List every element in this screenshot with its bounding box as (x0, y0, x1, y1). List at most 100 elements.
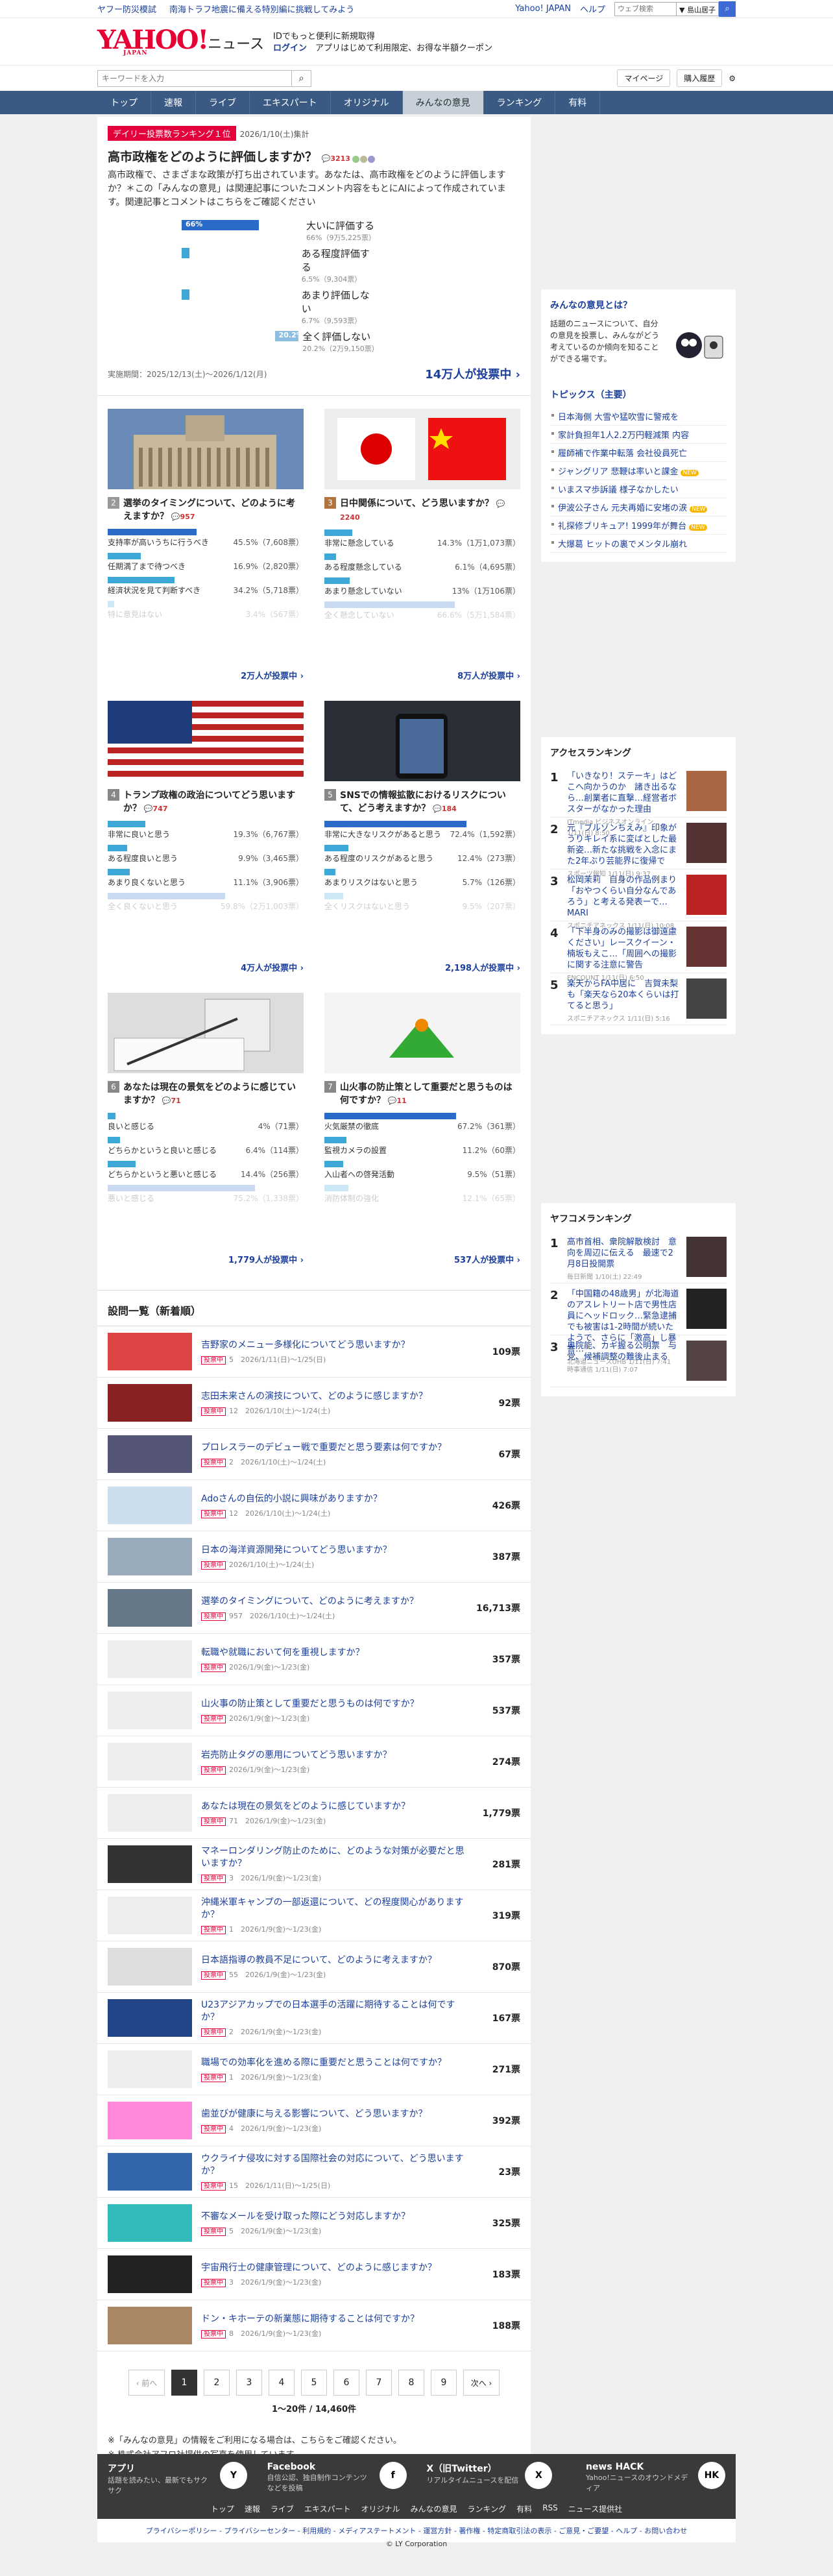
card-votes-link[interactable]: 1,779人が投票中 › (228, 1253, 304, 1265)
list-item[interactable]: あなたは現在の景気をどのように感じていますか？ 投票中 71 2026/1/9(金)… (97, 1788, 531, 1839)
card-votes-link[interactable]: 8万人が投票中 › (457, 669, 520, 681)
yahoo-news-logo[interactable]: YAHOO!ニュース JAPAN (97, 27, 264, 65)
card-votes-link[interactable]: 2万人が投票中 › (241, 669, 304, 681)
app-coupon-link[interactable]: アプリはじめて利用限定、お得な半額クーポン (315, 43, 492, 53)
poll-card-title[interactable]: 選挙のタイミングについて、どのように考えますか？ 💬957 (123, 497, 304, 524)
topic-item[interactable]: いまスマ歩訴議 様子なかしたい (550, 480, 727, 498)
page-2[interactable]: 2 (204, 2370, 230, 2396)
list-item[interactable]: 志田未来さんの演技について、どのように感じますか？ 投票中 12 2026/1/10… (97, 1378, 531, 1429)
poll-image[interactable] (324, 409, 520, 489)
list-title[interactable]: 山火事の防止策として重要だと思うものは何ですか？ (201, 1698, 468, 1710)
ranking-title[interactable]: 「下半身のみの撮影は御遠慮ください」レースクイーン・楠坂もえこ…「周囲への撮影に… (567, 927, 681, 982)
list-item[interactable]: 日本語指導の教員不足について、どのように考えますか？ 投票中 55 2026/1/9… (97, 1941, 531, 1993)
list-item[interactable]: 岩売防止タグの悪用についてどう思いますか？ 投票中 2026/1/9(金)〜1/23… (97, 1736, 531, 1788)
list-item[interactable]: 職場での効率化を進める際に重要だと思うことは何ですか？ 投票中 1 2026/1/9… (97, 2044, 531, 2095)
topic-item[interactable]: 家計負担年1人2.2万円軽減策 内容 (550, 426, 727, 444)
list-title[interactable]: Adoさんの自伝的小説に興味がありますか？ (201, 1493, 468, 1505)
id-signup-link[interactable]: IDでもっと便利に新規取得 (273, 31, 492, 43)
card-votes-link[interactable]: 4万人が投票中 › (241, 961, 304, 973)
footer-link[interactable]: ランキング (468, 2503, 507, 2514)
usage-note[interactable]: ※「みんなの意見」の情報をご利用になる場合は、こちらをご確認ください。 (108, 2434, 520, 2448)
page-3[interactable]: 3 (236, 2370, 262, 2396)
topic-item[interactable]: 日本海側 大雪や猛吹雪に警戒を (550, 407, 727, 426)
footer-link[interactable]: みんなの意見 (411, 2503, 457, 2514)
ranking-item[interactable]: 3 奥院能、カギ握る公明票 与党、候補調整の難後止まる 時事通信 1/11(日) 7… (550, 1335, 727, 1387)
history-button[interactable]: 購入履歴 (677, 69, 723, 87)
ranking-item[interactable]: 3 松岡茉莉 自身の作品例まり 「おやつくらい自分なんであろう」と考える発表ーで…… (550, 869, 727, 930)
nav-ranking[interactable]: ランキング (484, 91, 556, 114)
list-title[interactable]: マネーロンダリング防止のために、どのような対策が必要だと思いますか？ (201, 1845, 468, 1870)
ranking-item[interactable]: 2 「中国籍の48歳男」が北海道のアスレトリート店で男性店員にヘッドロック…緊急逮… (550, 1283, 727, 1366)
ranking-title[interactable]: 「中国籍の48歳男」が北海道のアスレトリート店で男性店員にヘッドロック…緊急逮捕… (567, 1289, 681, 1366)
news-search-input[interactable] (97, 69, 292, 87)
ranking-title[interactable]: 高市首相、衆院解散検討 意向を周辺に伝える 最速で2月8日投開票 毎日新聞 1/1… (567, 1237, 681, 1281)
poll-card-title[interactable]: トランプ政権の政治についてどう思いますか？ 💬747 (123, 789, 304, 816)
list-item[interactable]: 選挙のタイミングについて、どのように考えますか？ 投票中 957 2026/1/10… (97, 1583, 531, 1634)
nav-top[interactable]: トップ (97, 91, 151, 114)
ranking-title[interactable]: 元『ブルゾンちえみ』印象がうりキレイ系に変ばとした最新姿…新たな挑戦を入念にまた… (567, 823, 681, 878)
page-8[interactable]: 8 (398, 2370, 424, 2396)
footer-app[interactable]: Facebook 自信公認、独自制作コンテンツなどを投稿 f (267, 2462, 407, 2496)
poll-image[interactable] (324, 993, 520, 1073)
nankai-link[interactable]: 南海トラフ地震に備える特別編に挑戦してみよう (169, 3, 354, 15)
ranking-item[interactable]: 4 「下半身のみの撮影は御遠慮ください」レースクイーン・楠坂もえこ…「周囲への撮影… (550, 921, 727, 982)
list-title[interactable]: 職場での効率化を進める際に重要だと思うことは何ですか？ (201, 2057, 468, 2069)
poll-card-title[interactable]: あなたは現在の景気をどのように感じていますか？ 💬71 (123, 1081, 304, 1108)
list-title[interactable]: ウクライナ侵攻に対する国際社会の対応について、どう思いますか？ (201, 2153, 468, 2178)
footer-app[interactable]: アプリ 話題を読みたい、最新でもサクサク Y (108, 2462, 247, 2496)
footer-link[interactable]: 速報 (245, 2503, 260, 2514)
next-button[interactable]: 次へ › (463, 2370, 500, 2396)
list-item[interactable]: 日本の海洋資源開発についてどう思いますか？ 投票中 2026/1/10(土)〜1/2… (97, 1531, 531, 1583)
list-title[interactable]: 選挙のタイミングについて、どのように考えますか？ (201, 1596, 468, 1608)
login-link[interactable]: ログイン (273, 43, 307, 53)
list-title[interactable]: U23アジアカップでの日本選手の活躍に期待することは何ですか？ (201, 1999, 468, 2024)
page-6[interactable]: 6 (333, 2370, 359, 2396)
topic-item[interactable]: 伊波公子さん 元夫再婚に安堵の涙 NEW (550, 498, 727, 516)
footer-link[interactable]: トップ (211, 2503, 234, 2514)
disaster-drill-link[interactable]: ヤフー防災模試 (97, 3, 156, 15)
featured-title[interactable]: 高市政権をどのように評価しますか？ (108, 150, 317, 164)
prev-button[interactable]: ‹ 前へ (128, 2370, 165, 2396)
list-title[interactable]: 吉野家のメニュー多様化についてどう思いますか？ (201, 1339, 468, 1352)
footer-link[interactable]: RSS (542, 2503, 558, 2514)
list-title[interactable]: ドン・キホーテの新業態に期待することは何ですか？ (201, 2313, 468, 2326)
list-title[interactable]: 沖縄米軍キャンプの一部返還について、どの程度関心がありますか？ (201, 1897, 468, 1921)
poll-card-title[interactable]: 日中関係について、どう思いますか？ 💬2240 (340, 497, 520, 524)
page-4[interactable]: 4 (269, 2370, 295, 2396)
nav-breaking[interactable]: 速報 (151, 91, 196, 114)
list-item[interactable]: 吉野家のメニュー多様化についてどう思いますか？ 投票中 5 2026/1/11(日)… (97, 1326, 531, 1378)
list-title[interactable]: プロレスラーのデビュー戦で重要だと思う要素は何ですか？ (201, 1442, 468, 1454)
poll-image[interactable] (108, 701, 304, 781)
list-title[interactable]: 日本の海洋資源開発についてどう思いますか？ (201, 1544, 468, 1557)
page-1[interactable]: 1 (171, 2370, 197, 2396)
ranking-title[interactable]: 楽天からFA中居に 吉賀未梨も「楽天なら20本くらいは打てると思う」 スポニチアネ… (567, 978, 681, 1023)
list-title[interactable]: 歯並びが健康に与える影響について、どう思いますか？ (201, 2108, 468, 2120)
featured-votes-link[interactable]: 14万人が投票中 › (425, 365, 520, 382)
list-title[interactable]: 岩売防止タグの悪用についてどう思いますか？ (201, 1749, 468, 1762)
list-item[interactable]: マネーロンダリング防止のために、どのような対策が必要だと思いますか？ 投票中 3 2… (97, 1839, 531, 1890)
footer-app[interactable]: news HACK Yahoo!ニュースのオウンドメディア HK (586, 2462, 725, 2496)
topic-item[interactable]: 大爆葛 ヒットの裏でメンタル崩れ (550, 535, 727, 553)
poll-card-title[interactable]: SNSでの情報拡散におけるリスクについて、どう考えますか？ 💬184 (340, 789, 520, 816)
legal-links[interactable]: プライバシーポリシー - プライバシーセンター - 利用規約 - メディアステー… (97, 2519, 736, 2542)
ranking-title[interactable]: 奥院能、カギ握る公明票 与党、候補調整の難後止まる 時事通信 1/11(日) 7:… (567, 1341, 681, 1381)
nav-live[interactable]: ライブ (196, 91, 250, 114)
list-item[interactable]: ドン・キホーテの新業態に期待することは何ですか？ 投票中 8 2026/1/9(金)… (97, 2300, 531, 2351)
list-item[interactable]: 沖縄米軍キャンプの一部返還について、どの程度関心がありますか？ 投票中 1 2026… (97, 1890, 531, 1941)
help-link[interactable]: ヘルプ (580, 3, 605, 15)
location-select[interactable]: ▼ 島山居子 (677, 1, 719, 16)
poll-image[interactable] (108, 409, 304, 489)
ranking-title[interactable]: 松岡茉莉 自身の作品例まり 「おやつくらい自分なんであろう」と考える発表ーで…M… (567, 875, 685, 930)
list-item[interactable]: 歯並びが健康に与える影響について、どう思いますか？ 投票中 4 2026/1/9(金… (97, 2095, 531, 2146)
mypage-button[interactable]: マイページ (617, 69, 671, 87)
list-item[interactable]: ウクライナ侵攻に対する国際社会の対応について、どう思いますか？ 投票中 15 202… (97, 2146, 531, 2198)
poll-image[interactable] (324, 701, 520, 781)
nav-opinion[interactable]: みんなの意見 (402, 91, 484, 114)
footer-link[interactable]: 有料 (516, 2503, 532, 2514)
poll-card-title[interactable]: 山火事の防止策として重要だと思うものは何ですか？ 💬11 (340, 1081, 520, 1108)
nav-paid[interactable]: 有料 (555, 91, 601, 114)
list-title[interactable]: 転職や就職において何を重視しますか？ (201, 1647, 468, 1659)
ranking-item[interactable]: 5 楽天からFA中居に 吉賀未梨も「楽天なら20本くらいは打てると思う」 スポニチア… (550, 973, 727, 1025)
ranking-item[interactable]: 2 元『ブルゾンちえみ』印象がうりキレイ系に変ばとした最新姿…新たな挑戦を入念にま… (550, 818, 727, 878)
page-7[interactable]: 7 (366, 2370, 392, 2396)
